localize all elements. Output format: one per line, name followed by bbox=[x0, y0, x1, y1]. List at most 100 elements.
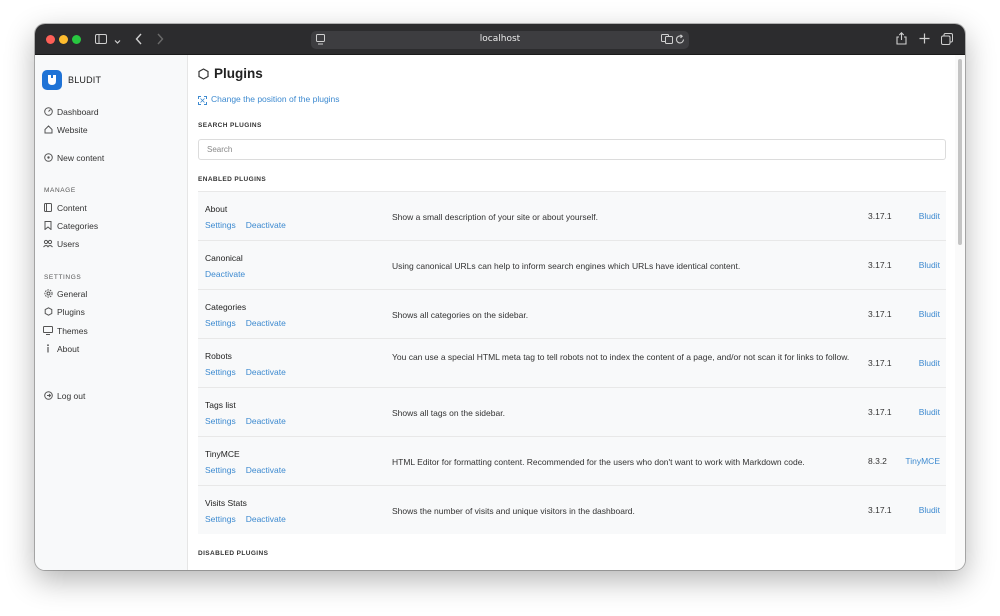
plugin-description: You can use a special HTML meta tag to t… bbox=[392, 352, 850, 362]
translate-icon[interactable] bbox=[661, 34, 673, 46]
plugin-deactivate-link[interactable]: Deactivate bbox=[246, 416, 286, 426]
search-input[interactable] bbox=[207, 143, 927, 156]
plugin-actions: Settings Deactivate bbox=[205, 220, 296, 230]
browser-window: localhost BLUDIT Dashboard Website New c… bbox=[35, 24, 965, 570]
url-text: localhost bbox=[479, 34, 521, 44]
plugin-actions: Settings Deactivate bbox=[205, 465, 296, 475]
change-plugin-position-label: Change the position of the plugins bbox=[211, 94, 340, 104]
plugin-author-link[interactable]: TinyMCE bbox=[905, 456, 940, 466]
nav-users-label: Users bbox=[57, 239, 80, 249]
plugin-description: Using canonical URLs can help to inform … bbox=[392, 261, 741, 271]
table-row: Tags list Settings Deactivate Shows all t… bbox=[198, 387, 946, 436]
nav-dashboard[interactable]: Dashboard bbox=[43, 106, 183, 120]
close-window-button[interactable] bbox=[46, 35, 55, 44]
nav-categories-label: Categories bbox=[57, 221, 99, 231]
back-icon[interactable] bbox=[135, 33, 143, 47]
plugin-description: Shows all categories on the sidebar. bbox=[392, 310, 529, 320]
gear-icon bbox=[43, 289, 53, 299]
plugin-deactivate-link[interactable]: Deactivate bbox=[246, 465, 286, 475]
nav-plugins-label: Plugins bbox=[57, 307, 85, 317]
brand-name: BLUDIT bbox=[68, 75, 102, 85]
plugin-settings-link[interactable]: Settings bbox=[205, 318, 236, 328]
nav-categories[interactable]: Categories bbox=[43, 220, 183, 234]
plugin-deactivate-link[interactable]: Deactivate bbox=[246, 367, 286, 377]
plugin-settings-link[interactable]: Settings bbox=[205, 416, 236, 426]
page-scrollbar[interactable] bbox=[955, 55, 965, 570]
main-content: Plugins Change the position of the plugi… bbox=[188, 55, 955, 570]
nav-users[interactable]: Users bbox=[43, 238, 183, 252]
plugin-author-link[interactable]: Bludit bbox=[919, 505, 940, 515]
plugin-version: 8.3.2 bbox=[868, 456, 887, 466]
plugin-version: 3.17.1 bbox=[868, 260, 892, 270]
plugin-settings-link[interactable]: Settings bbox=[205, 220, 236, 230]
bookmark-icon bbox=[43, 221, 53, 231]
plugin-version: 3.17.1 bbox=[868, 505, 892, 515]
plugin-name: Robots bbox=[205, 351, 232, 361]
nav-content-label: Content bbox=[57, 203, 87, 213]
nav-themes-label: Themes bbox=[57, 326, 88, 336]
plugin-actions: Deactivate bbox=[205, 269, 255, 279]
share-icon[interactable] bbox=[896, 32, 907, 47]
plugin-settings-link[interactable]: Settings bbox=[205, 514, 236, 524]
sidebar-toggle-icon[interactable] bbox=[95, 34, 107, 46]
plugin-actions: Settings Deactivate bbox=[205, 367, 296, 377]
tabs-overview-icon[interactable] bbox=[941, 33, 953, 47]
nav-general[interactable]: General bbox=[43, 288, 183, 302]
nav-themes[interactable]: Themes bbox=[43, 325, 183, 339]
plugin-author-link[interactable]: Bludit bbox=[919, 358, 940, 368]
nav-new-content-label: New content bbox=[57, 153, 105, 163]
address-bar[interactable]: localhost bbox=[311, 31, 689, 49]
plugin-settings-link[interactable]: Settings bbox=[205, 367, 236, 377]
plugin-name: Tags list bbox=[205, 400, 236, 410]
settings-section-title: SETTINGS bbox=[44, 274, 82, 281]
home-icon bbox=[43, 125, 53, 135]
info-icon bbox=[43, 344, 53, 354]
plugin-version: 3.17.1 bbox=[868, 211, 892, 221]
nav-website-label: Website bbox=[57, 125, 88, 135]
plugin-name: Categories bbox=[205, 302, 247, 312]
plugin-author-link[interactable]: Bludit bbox=[919, 211, 940, 221]
table-row: Visits Stats Settings Deactivate Shows th… bbox=[198, 485, 946, 534]
plugin-description: Shows the number of visits and unique vi… bbox=[392, 506, 635, 516]
table-row: TinyMCE Settings Deactivate HTML Editor f… bbox=[198, 436, 946, 485]
nav-website[interactable]: Website bbox=[43, 124, 183, 138]
bludit-logo-icon[interactable] bbox=[42, 70, 62, 90]
plugin-deactivate-link[interactable]: Deactivate bbox=[246, 318, 286, 328]
plugin-deactivate-link[interactable]: Deactivate bbox=[205, 269, 245, 279]
plugin-deactivate-link[interactable]: Deactivate bbox=[246, 514, 286, 524]
plugin-actions: Settings Deactivate bbox=[205, 416, 296, 426]
nav-new-content[interactable]: New content bbox=[43, 152, 183, 166]
plugin-settings-link[interactable]: Settings bbox=[205, 465, 236, 475]
search-field[interactable] bbox=[198, 139, 946, 160]
dashboard-icon bbox=[43, 107, 53, 117]
plugin-author-link[interactable]: Bludit bbox=[919, 260, 940, 270]
nav-plugins[interactable]: Plugins bbox=[43, 306, 183, 320]
plugin-description: Shows all tags on the sidebar. bbox=[392, 408, 505, 418]
plugin-author-link[interactable]: Bludit bbox=[919, 309, 940, 319]
plugin-author-link[interactable]: Bludit bbox=[919, 407, 940, 417]
plugin-actions: Settings Deactivate bbox=[205, 514, 296, 524]
plugin-version: 3.17.1 bbox=[868, 358, 892, 368]
zoom-window-button[interactable] bbox=[72, 35, 81, 44]
plugin-version: 3.17.1 bbox=[868, 407, 892, 417]
nav-logout[interactable]: Log out bbox=[43, 390, 183, 404]
nav-about[interactable]: About bbox=[43, 343, 183, 357]
scrollbar-thumb[interactable] bbox=[958, 59, 962, 245]
plus-circle-icon bbox=[43, 153, 53, 163]
chevron-down-icon[interactable] bbox=[114, 35, 121, 47]
table-row: Categories Settings Deactivate Shows all … bbox=[198, 289, 946, 338]
plugin-description: HTML Editor for formatting content. Reco… bbox=[392, 457, 805, 467]
plugin-deactivate-link[interactable]: Deactivate bbox=[246, 220, 286, 230]
reload-icon[interactable] bbox=[675, 34, 685, 47]
puzzle-icon bbox=[43, 307, 53, 317]
nav-about-label: About bbox=[57, 344, 80, 354]
minimize-window-button[interactable] bbox=[59, 35, 68, 44]
new-tab-icon[interactable] bbox=[919, 33, 930, 46]
enabled-plugins-title: ENABLED PLUGINS bbox=[198, 176, 267, 183]
nav-dashboard-label: Dashboard bbox=[57, 107, 99, 117]
nav-logout-label: Log out bbox=[57, 391, 86, 401]
nav-content[interactable]: Content bbox=[43, 202, 183, 216]
plugin-actions: Settings Deactivate bbox=[205, 318, 296, 328]
plugin-name: TinyMCE bbox=[205, 449, 240, 459]
forward-icon[interactable] bbox=[156, 33, 164, 47]
